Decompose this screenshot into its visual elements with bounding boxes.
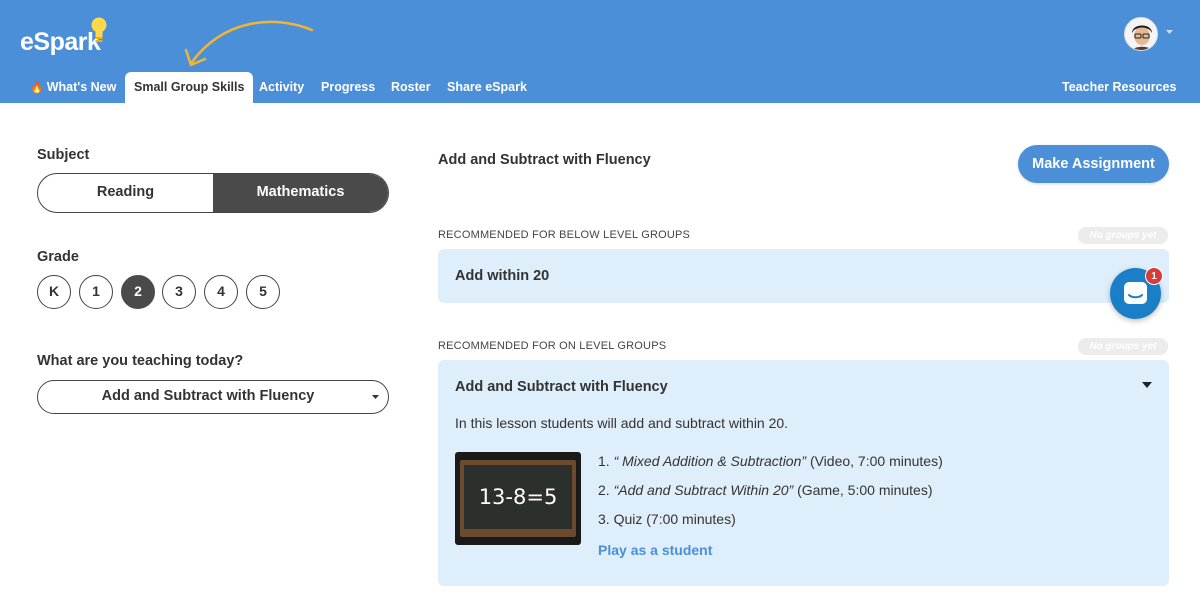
skill-select-value: Add and Subtract with Fluency xyxy=(101,388,315,404)
step-detail: (Game, 5:00 minutes) xyxy=(797,482,933,498)
nav-label: Small Group Skills xyxy=(134,80,245,94)
user-photo-icon xyxy=(1125,18,1157,50)
skill-select[interactable]: Add and Subtract with Fluency xyxy=(37,380,389,414)
nav-item-progress[interactable]: Progress xyxy=(321,72,375,103)
nav-label: Teacher Resources xyxy=(1062,80,1177,94)
on-level-card: Add and Subtract with Fluency In this le… xyxy=(438,360,1169,586)
subject-label: Subject xyxy=(37,147,90,163)
teaching-label: What are you teaching today? xyxy=(37,353,244,369)
lesson-step: 2. “Add and Subtract Within 20” (Game, 5… xyxy=(598,482,933,498)
subject-reading-button[interactable]: Reading xyxy=(38,174,213,212)
lesson-description: In this lesson students will add and sub… xyxy=(455,415,789,431)
step-number: 3. xyxy=(598,511,610,527)
no-groups-badge: No groups yet xyxy=(1078,338,1168,355)
chalkboard-image: 13-8=5 xyxy=(460,460,576,537)
below-level-card[interactable]: Add within 20 xyxy=(438,249,1169,303)
below-level-card-title: Add within 20 xyxy=(455,268,550,284)
chevron-down-icon[interactable] xyxy=(1166,30,1173,35)
step-detail: Quiz (7:00 minutes) xyxy=(613,511,736,527)
main-nav: 🔥 What's New Small Group Skills Activity … xyxy=(0,72,1200,103)
caret-down-icon[interactable] xyxy=(1142,382,1152,388)
lesson-title: Add and Subtract with Fluency xyxy=(438,152,651,168)
chalkboard-surface: 13-8=5 xyxy=(464,465,572,529)
make-assignment-button[interactable]: Make Assignment xyxy=(1018,145,1169,183)
grade-label: Grade xyxy=(37,249,79,265)
step-title: “ Mixed Addition & Subtraction” xyxy=(613,453,807,469)
nav-label: Share eSpark xyxy=(447,80,527,94)
curved-arrow-icon xyxy=(184,20,314,67)
grade-5-button[interactable]: 5 xyxy=(246,275,280,309)
subject-toggle: Reading Mathematics xyxy=(37,173,389,213)
no-groups-badge: No groups yet xyxy=(1078,227,1168,244)
nav-item-whats-new[interactable]: 🔥 What's New xyxy=(30,72,116,103)
fire-icon: 🔥 xyxy=(30,82,44,94)
chevron-down-icon xyxy=(372,395,379,399)
lesson-step: 3. Quiz (7:00 minutes) xyxy=(598,511,736,527)
nav-label: Activity xyxy=(259,80,305,94)
notification-badge: 1 xyxy=(1145,267,1163,285)
logo-text: eSpark xyxy=(20,28,101,56)
play-as-student-link[interactable]: Play as a student xyxy=(598,542,712,558)
nav-item-small-group-skills[interactable]: Small Group Skills xyxy=(125,72,254,103)
on-level-section-label: RECOMMENDED FOR ON LEVEL GROUPS xyxy=(438,340,667,352)
grade-4-button[interactable]: 4 xyxy=(204,275,238,309)
lesson-thumbnail[interactable]: 13-8=5 xyxy=(455,452,581,545)
step-number: 2. xyxy=(598,482,610,498)
grade-3-button[interactable]: 3 xyxy=(162,275,196,309)
chalkboard-text: 13-8=5 xyxy=(478,485,558,509)
user-avatar[interactable] xyxy=(1124,17,1158,51)
grade-k-button[interactable]: K xyxy=(37,275,71,309)
nav-item-teacher-resources[interactable]: Teacher Resources xyxy=(1062,72,1176,103)
nav-label: Progress xyxy=(321,80,376,94)
step-number: 1. xyxy=(598,453,610,469)
app-header: eSpark 🔥 What's New Small Group Skills Ac… xyxy=(0,0,1200,103)
nav-item-roster[interactable]: Roster xyxy=(391,72,431,103)
lesson-step: 1. “ Mixed Addition & Subtraction” (Vide… xyxy=(598,453,943,469)
grade-2-button[interactable]: 2 xyxy=(121,275,155,309)
step-detail: (Video, 7:00 minutes) xyxy=(809,453,943,469)
on-level-card-title[interactable]: Add and Subtract with Fluency xyxy=(455,379,668,395)
lightbulb-icon xyxy=(91,17,107,42)
step-title: “Add and Subtract Within 20” xyxy=(613,482,794,498)
grade-1-button[interactable]: 1 xyxy=(79,275,113,309)
nav-item-activity[interactable]: Activity xyxy=(259,72,304,103)
nav-item-share-espark[interactable]: Share eSpark xyxy=(447,72,527,103)
subject-mathematics-button[interactable]: Mathematics xyxy=(213,174,388,212)
below-level-section-label: RECOMMENDED FOR BELOW LEVEL GROUPS xyxy=(438,229,691,241)
nav-label: Roster xyxy=(391,80,431,94)
nav-label: What's New xyxy=(46,80,117,94)
